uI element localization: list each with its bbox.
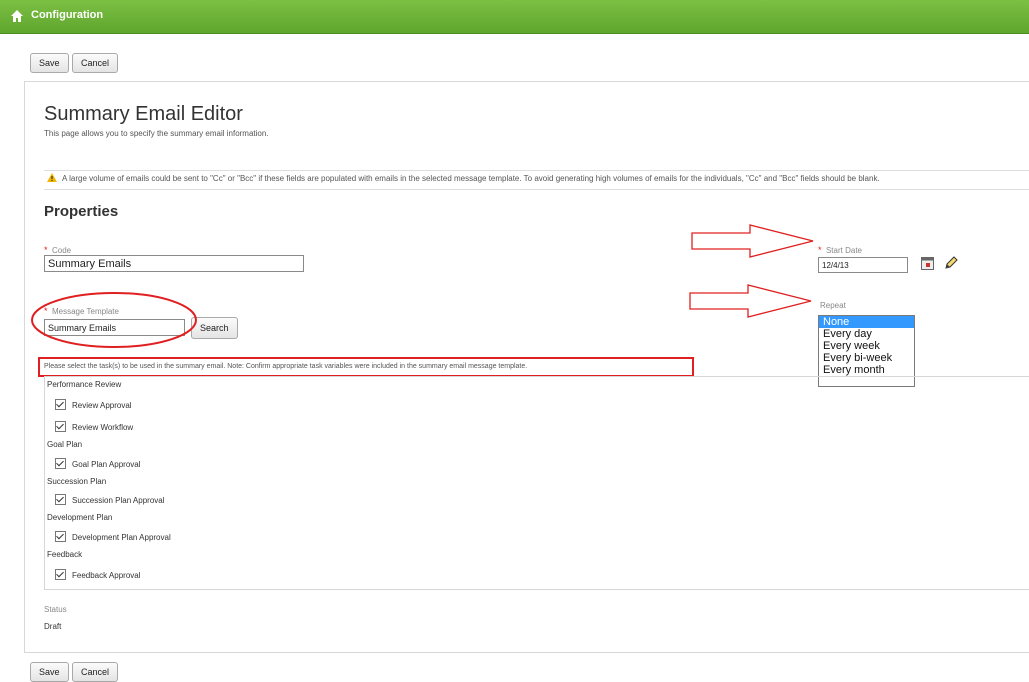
properties-heading: Properties bbox=[44, 203, 119, 220]
repeat-option[interactable]: Every month bbox=[819, 364, 914, 376]
annotation-arrow-start-date bbox=[691, 224, 814, 258]
repeat-option[interactable]: Every day bbox=[819, 328, 914, 340]
edit-pencil-icon[interactable] bbox=[943, 255, 959, 271]
annotation-arrow-repeat bbox=[689, 284, 812, 318]
checkbox[interactable] bbox=[55, 531, 66, 542]
task-item[interactable]: Feedback Approval bbox=[55, 569, 141, 580]
task-item[interactable]: Development Plan Approval bbox=[55, 531, 171, 542]
warning-divider-bottom bbox=[44, 189, 1029, 190]
task-item-label: Review Workflow bbox=[72, 423, 134, 432]
save-button[interactable]: Save bbox=[30, 53, 69, 73]
repeat-option[interactable]: Every bi-week bbox=[819, 352, 914, 364]
task-group-label: Succession Plan bbox=[47, 477, 107, 486]
cancel-button[interactable]: Cancel bbox=[72, 53, 119, 73]
cancel-button-bottom[interactable]: Cancel bbox=[72, 662, 119, 682]
task-item[interactable]: Review Approval bbox=[55, 399, 132, 410]
task-item-label: Goal Plan Approval bbox=[72, 460, 141, 469]
repeat-option[interactable]: Every week bbox=[819, 340, 914, 352]
task-item-label: Review Approval bbox=[72, 401, 132, 410]
task-group-label: Development Plan bbox=[47, 513, 113, 522]
checkbox[interactable] bbox=[55, 421, 66, 432]
code-input[interactable] bbox=[44, 255, 304, 272]
status-label: Status bbox=[44, 605, 67, 614]
task-item-label: Development Plan Approval bbox=[72, 533, 171, 542]
task-group-label: Performance Review bbox=[47, 380, 122, 389]
page-title: Summary Email Editor bbox=[44, 103, 243, 125]
task-item[interactable]: Succession Plan Approval bbox=[55, 494, 165, 505]
checkbox[interactable] bbox=[55, 458, 66, 469]
start-date-input[interactable] bbox=[818, 257, 908, 273]
save-button-bottom[interactable]: Save bbox=[30, 662, 69, 682]
warning-icon bbox=[47, 173, 57, 182]
status-value: Draft bbox=[44, 622, 62, 631]
warning-text: A large volume of emails could be sent t… bbox=[62, 174, 880, 183]
code-label: Code bbox=[51, 246, 72, 255]
app-header: Configuration bbox=[0, 0, 1029, 34]
warning-divider-top bbox=[44, 170, 1029, 171]
page-description: This page allows you to specify the summ… bbox=[44, 129, 269, 138]
task-item[interactable]: Review Workflow bbox=[55, 421, 133, 432]
calendar-icon[interactable] bbox=[921, 257, 934, 270]
task-group-label: Feedback bbox=[47, 550, 83, 559]
repeat-label: Repeat bbox=[820, 301, 846, 310]
start-date-label: Start Date bbox=[825, 246, 862, 255]
repeat-option[interactable]: None bbox=[819, 316, 914, 328]
checkbox[interactable] bbox=[55, 569, 66, 580]
required-marker: * bbox=[44, 245, 48, 255]
home-icon[interactable] bbox=[10, 9, 24, 23]
task-item[interactable]: Goal Plan Approval bbox=[55, 458, 141, 469]
task-group-label: Goal Plan bbox=[47, 440, 83, 449]
task-item-label: Feedback Approval bbox=[72, 571, 141, 580]
task-list bbox=[44, 376, 1029, 590]
task-instructions: Please select the task(s) to be used in … bbox=[44, 363, 528, 370]
start-date-label-row: * Start Date bbox=[818, 240, 862, 258]
checkbox[interactable] bbox=[55, 494, 66, 505]
checkbox[interactable] bbox=[55, 399, 66, 410]
annotation-ellipse-template bbox=[31, 292, 197, 348]
task-item-label: Succession Plan Approval bbox=[72, 496, 165, 505]
app-title: Configuration bbox=[31, 9, 104, 21]
